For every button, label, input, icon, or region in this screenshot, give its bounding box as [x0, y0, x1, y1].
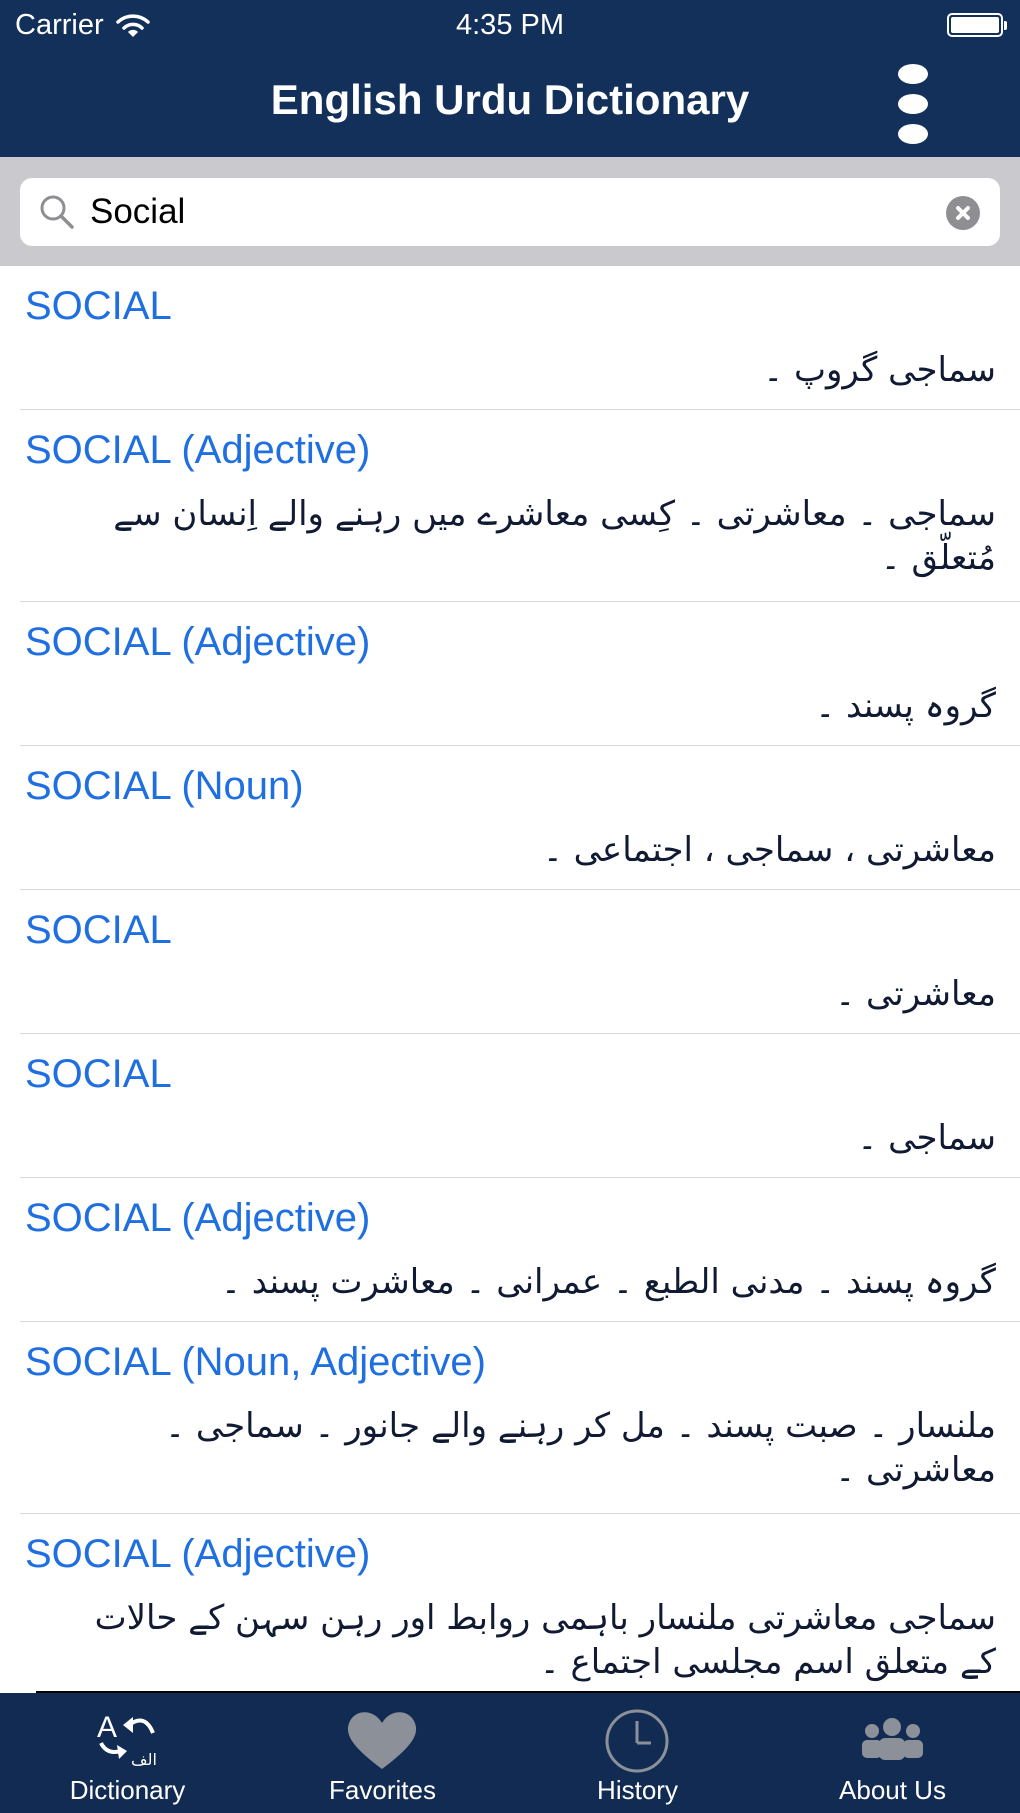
heart-icon: [347, 1712, 417, 1769]
entry-title: SOCIAL (Adjective): [25, 620, 371, 664]
menu-dot: [898, 94, 928, 114]
menu-dot: [898, 64, 928, 84]
entry-meaning: سماجی ۔ معاشرتی ۔ کِسی معاشرے میں رہنے و…: [113, 494, 996, 578]
list-item[interactable]: SOCIAL (Noun) معاشرتی ، سماجی ، اجتماعی …: [20, 746, 1020, 890]
entry-title: SOCIAL (Noun, Adjective): [25, 1340, 486, 1384]
header: Carrier 4:35 PM English Urdu Dictionary: [0, 0, 1020, 157]
entry-meaning: گروہ پسند ۔ مدنی الطبع ۔ عمرانی ۔ معاشرت…: [221, 1262, 996, 1302]
tab-dictionary[interactable]: A الف Dictionary: [0, 1693, 255, 1813]
list-item[interactable]: SOCIAL سماجی گروپ ۔: [20, 266, 1020, 410]
search-field[interactable]: [20, 178, 1000, 246]
status-time: 4:35 PM: [456, 9, 564, 41]
search-bar: [0, 157, 1020, 266]
dictionary-icon: A الف: [97, 1711, 157, 1769]
entry-meaning: سماجی گروپ ۔: [763, 350, 996, 390]
tab-label: Dictionary: [69, 1775, 186, 1805]
clear-search-icon[interactable]: [946, 196, 980, 230]
entry-title: SOCIAL: [25, 908, 172, 952]
tab-about-us[interactable]: About Us: [765, 1693, 1020, 1813]
search-icon: [40, 195, 74, 229]
people-icon: [862, 1718, 923, 1760]
dictionary-icon-glyph-urdu: الف: [131, 1750, 157, 1769]
list-item[interactable]: SOCIAL معاشرتی ۔: [20, 890, 1020, 1034]
entry-meaning: سماجی معاشرتی ملنسار باہمی روابط اور رہن…: [94, 1598, 996, 1682]
status-bar: Carrier 4:35 PM: [0, 0, 1020, 52]
entry-meaning: ملنسار ۔ صبت پسند ۔ مل کر رہنے والے جانو…: [165, 1406, 996, 1490]
battery-icon: [947, 13, 1007, 37]
tab-favorites[interactable]: Favorites: [255, 1693, 510, 1813]
clock-icon: [605, 1709, 669, 1773]
dictionary-icon-glyph-a: A: [97, 1711, 117, 1744]
list-item[interactable]: SOCIAL (Adjective) گروہ پسند ۔ مدنی الطب…: [20, 1178, 1020, 1322]
entry-title: SOCIAL: [25, 1052, 172, 1096]
entry-meaning: معاشرتی ، سماجی ، اجتماعی ۔: [542, 830, 996, 870]
list-item[interactable]: SOCIAL سماجی ۔: [20, 1034, 1020, 1178]
search-input[interactable]: [90, 178, 940, 246]
entry-title: SOCIAL: [25, 284, 172, 328]
list-item[interactable]: SOCIAL (Noun, Adjective) ملنسار ۔ صبت پس…: [20, 1322, 1020, 1514]
battery-level: [951, 17, 999, 33]
entry-meaning: سماجی ۔: [857, 1118, 996, 1158]
page-title: English Urdu Dictionary: [270, 76, 750, 123]
menu-dot: [898, 124, 928, 144]
entry-meaning: معاشرتی ۔: [835, 974, 996, 1014]
tab-history[interactable]: History: [510, 1693, 765, 1813]
list-item[interactable]: SOCIAL (Adjective) سماجی ۔ معاشرتی ۔ کِس…: [20, 410, 1020, 602]
tab-label: History: [597, 1775, 678, 1805]
entry-title: SOCIAL (Adjective): [25, 1196, 371, 1240]
list-item[interactable]: SOCIAL (Adjective) گروہ پسند ۔: [20, 602, 1020, 746]
results-list[interactable]: SOCIAL سماجی گروپ ۔ SOCIAL (Adjective) س…: [0, 266, 1020, 1692]
tab-bar: A الف Dictionary Favorites History About…: [0, 1693, 1020, 1813]
entry-meaning: گروہ پسند ۔: [815, 686, 996, 726]
entry-title: SOCIAL (Adjective): [25, 428, 371, 472]
more-options-icon[interactable]: [893, 64, 933, 144]
entry-title: SOCIAL (Noun): [25, 764, 304, 808]
tab-label: Favorites: [329, 1775, 436, 1805]
entry-title: SOCIAL (Adjective): [25, 1532, 371, 1576]
tab-label: About Us: [839, 1775, 946, 1805]
list-item[interactable]: SOCIAL (Adjective) سماجی معاشرتی ملنسار …: [20, 1514, 1020, 1692]
